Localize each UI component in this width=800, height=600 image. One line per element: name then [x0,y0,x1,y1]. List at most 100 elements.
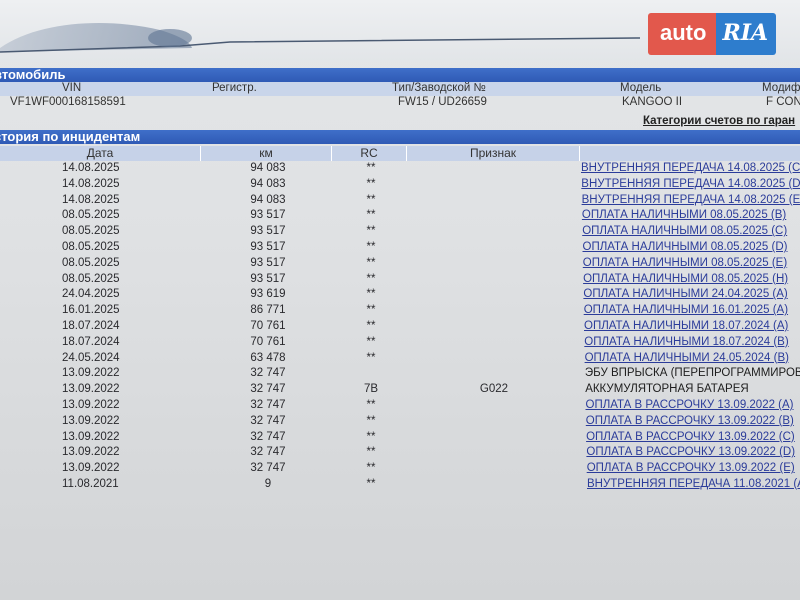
row-description-link[interactable]: ОПЛАТА В РАССРОЧКУ 13.09.2022 (A) [586,399,794,411]
row-description-link[interactable]: ОПЛАТА НАЛИЧНЫМИ 18.07.2024 (A) [584,320,788,332]
row-description-link[interactable]: ОПЛАТА НАЛИЧНЫМИ 08.05.2025 (D) [583,241,788,253]
table-row: 08.05.2025 93 517 ** ОПЛАТА НАЛИЧНЫМИ 08.05… [0,209,800,225]
row-description-link[interactable]: ОПЛАТА НАЛИЧНЫМИ 24.05.2024 (B) [585,352,789,364]
model-value: KANGOO II [622,96,683,108]
row-description-link[interactable]: ОПЛАТА НАЛИЧНЫМИ 08.05.2025 (H) [583,273,788,285]
row-km: 70 761 [250,320,286,332]
table-row: 18.07.2024 70 761 ** ОПЛАТА НАЛИЧНЫМИ 18.07… [0,320,800,336]
logo-ria-text: RIA [716,13,777,55]
row-km: 70 761 [250,335,286,348]
row-km: 94 083 [250,177,286,190]
table-row: 08.05.2025 93 517 ** ОПЛАТА НАЛИЧНЫМИ 08.05… [0,241,800,257]
autoria-logo: auto RIA [648,12,790,56]
row-rc: ** [366,430,376,443]
row-date: 13.09.2022 [62,446,120,459]
row-km: 93 517 [250,225,286,238]
header-banner: auto RIA [0,0,800,62]
row-date: 11.08.2021 [62,478,119,490]
row-date: 08.05.2025 [62,241,120,253]
screen: auto RIA втомобиль VIN Регистр. Тип/Заво… [0,0,800,600]
table-row: 08.05.2025 93 517 ** ОПЛАТА НАЛИЧНЫМИ 08.05… [0,257,800,273]
row-description-link[interactable]: ОПЛАТА НАЛИЧНЫМИ 18.07.2024 (B) [584,336,788,348]
table-row: 14.08.2025 94 083 ** ВНУТРЕННЯЯ ПЕРЕДАЧА 14… [0,194,800,210]
row-description-link[interactable]: ОПЛАТА НАЛИЧНЫМИ 24.04.2025 (A) [583,288,787,300]
table-row: 08.05.2025 93 517 ** ОПЛАТА НАЛИЧНЫМИ 08.05… [0,273,800,289]
row-rc: ** [366,193,376,206]
car-table-header: VIN Регистр. Тип/Заводской № Модель Моди… [0,82,800,96]
row-description-link[interactable]: ОПЛАТА В РАССРОЧКУ 13.09.2022 (E) [587,462,795,474]
history-table-header: Дата км RC Признак [0,146,800,161]
row-date: 24.05.2024 [62,351,120,364]
vin-value: VF1WF000168158591 [10,96,126,108]
row-rc: 7B [363,383,379,396]
history-section-title-bar: стория по инцидентам [0,130,800,144]
row-rc: ** [366,335,376,348]
table-row: 13.09.2022 32 747 ** ОПЛАТА В РАССРОЧКУ 13.… [0,446,800,462]
row-description-link[interactable]: ОПЛАТА В РАССРОЧКУ 13.09.2022 (B) [586,415,794,427]
col-km: км [259,146,273,160]
table-row: 24.04.2025 93 619 ** ОПЛАТА НАЛИЧНЫМИ 24.04… [0,288,800,304]
row-description-link[interactable]: ОПЛАТА НАЛИЧНЫМИ 08.05.2025 (E) [583,257,787,269]
header-divider [579,146,580,161]
row-description: ЭБУ ВПРЫСКА (ПЕРЕПРОГРАММИРОВА [584,367,800,380]
table-row: 13.09.2022 32 747 7B G022 АККУМУЛЯТОРНАЯ БАТ… [0,383,800,399]
row-description-link[interactable]: ОПЛАТА НАЛИЧНЫМИ 08.05.2025 (B) [582,209,786,221]
row-rc: ** [366,414,376,427]
row-km: 9 [264,478,272,490]
row-rc: ** [366,162,376,174]
row-description-link[interactable]: ВНУТРЕННЯЯ ПЕРЕДАЧА 11.08.2021 (A) [587,478,800,490]
table-row: 24.05.2024 63 478 ** ОПЛАТА НАЛИЧНЫМИ 24.05… [0,352,800,368]
row-km: 94 083 [250,193,286,206]
banner-graphic [0,23,640,53]
row-km: 63 478 [250,351,286,364]
warranty-categories-link[interactable]: Категории счетов по гаран [643,115,795,127]
history-section-title: стория по инцидентам [0,129,141,144]
row-date: 14.08.2025 [62,177,120,190]
row-date: 16.01.2025 [62,304,120,317]
row-description-link[interactable]: ОПЛАТА НАЛИЧНЫМИ 16.01.2025 (A) [584,304,788,316]
table-row: 08.05.2025 93 517 ** ОПЛАТА НАЛИЧНЫМИ 08.05… [0,225,800,241]
row-km: 32 747 [250,414,286,427]
logo-auto-text: auto [648,13,717,55]
row-description-link[interactable]: ВНУТРЕННЯЯ ПЕРЕДАЧА 14.08.2025 (C) [581,162,800,174]
row-date: 14.08.2025 [62,162,120,174]
col-date: Дата [86,146,114,160]
row-date: 14.08.2025 [62,193,120,206]
row-km: 32 747 [250,367,286,380]
row-description-link[interactable]: ВНУТРЕННЯЯ ПЕРЕДАЧА 14.08.2025 (D) [581,178,800,190]
type-value: FW15 / UD26659 [398,96,487,108]
modif-value: F CON [766,96,800,108]
row-rc: ** [366,177,376,190]
row-date: 18.07.2024 [62,320,120,332]
row-date: 08.05.2025 [62,272,120,285]
row-date: 08.05.2025 [62,256,120,269]
row-km: 32 747 [250,446,286,459]
row-km: 93 517 [250,272,286,285]
row-km: 32 747 [250,462,286,475]
row-description-link[interactable]: ОПЛАТА В РАССРОЧКУ 13.09.2022 (D) [586,446,795,458]
col-rc: RC [360,146,378,160]
row-description-link[interactable]: ВНУТРЕННЯЯ ПЕРЕДАЧА 14.08.2025 (E) [582,194,800,206]
row-date: 13.09.2022 [62,383,120,396]
row-date: 13.09.2022 [62,367,120,380]
car-section-title-bar: втомобиль [0,68,800,82]
table-row: 16.01.2025 86 771 ** ОПЛАТА НАЛИЧНЫМИ 16.01… [0,304,800,320]
row-rc: ** [366,399,376,411]
row-rc: ** [366,446,376,459]
row-sign: G022 [479,383,509,396]
row-rc: ** [366,304,376,317]
col-reg: Регистр. [212,82,257,94]
row-rc: ** [366,272,376,285]
col-modif: Модиф [762,82,800,94]
row-km: 32 747 [250,399,286,411]
row-description-link[interactable]: ОПЛАТА В РАССРОЧКУ 13.09.2022 (C) [586,431,795,443]
row-km: 93 517 [250,256,286,269]
row-date: 08.05.2025 [62,209,120,222]
row-rc: ** [366,241,376,253]
row-date: 24.04.2025 [62,288,120,301]
row-description-link[interactable]: ОПЛАТА НАЛИЧНЫМИ 08.05.2025 (C) [582,225,787,237]
row-km: 94 083 [250,162,286,174]
row-rc: ** [366,288,376,301]
table-row: 11.08.2021 9 ** ВНУТРЕННЯЯ ПЕРЕДАЧА 11.08.2… [0,478,800,494]
row-description: АККУМУЛЯТОРНАЯ БАТАРЕЯ [585,383,749,396]
